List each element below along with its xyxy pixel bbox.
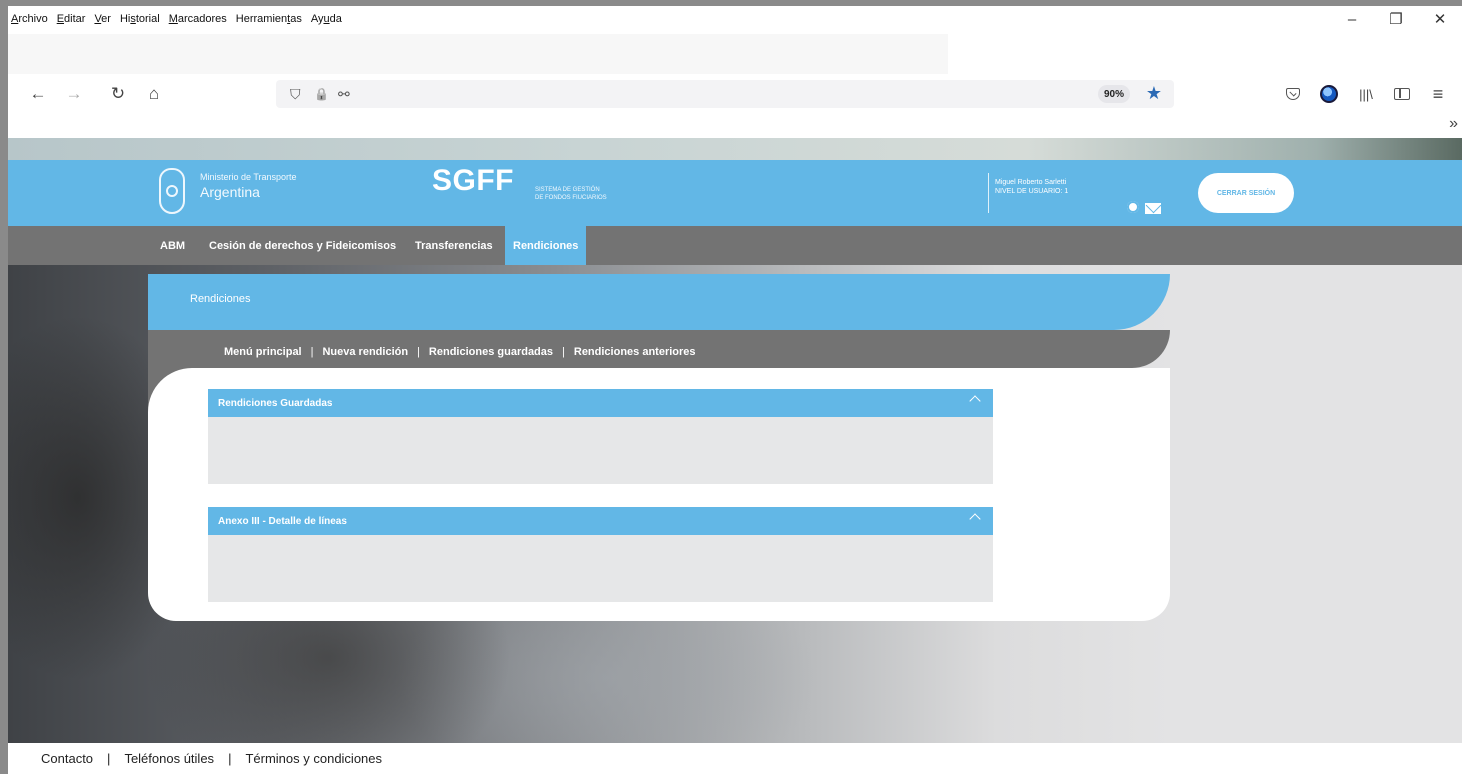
- menu-bar: Archivo Editar Ver Historial Marcadores …: [8, 6, 1462, 32]
- profile-icon[interactable]: [1317, 82, 1341, 106]
- panel-header[interactable]: Anexo III - Detalle de líneas: [208, 507, 993, 535]
- web-page: Ministerio de Transporte Argentina SGFF …: [8, 138, 1462, 743]
- menu-archivo[interactable]: Archivo: [11, 13, 48, 25]
- home-button[interactable]: ⌂: [142, 82, 166, 106]
- header-banner-photo: [8, 138, 1462, 160]
- overflow-chevron-icon[interactable]: »: [1449, 115, 1458, 133]
- nav-item-rendiciones[interactable]: Rendiciones: [505, 226, 587, 265]
- mail-icon[interactable]: [1145, 203, 1161, 214]
- panel-title: Rendiciones Guardadas: [218, 397, 333, 409]
- footer-link-terminos[interactable]: Términos y condiciones: [245, 751, 382, 766]
- lock-icon[interactable]: 🔒: [314, 84, 329, 104]
- user-name: Miguel Roberto Sarletti: [995, 179, 1067, 186]
- active-tab[interactable]: [8, 34, 948, 74]
- menu-marcadores[interactable]: Marcadores: [169, 13, 227, 25]
- panel-anexo-iii: Anexo III - Detalle de líneas: [208, 507, 993, 602]
- main-nav: ABM Cesión de derechos y Fideicomisos Tr…: [8, 226, 1462, 265]
- ministry-name: Ministerio de Transporte: [200, 172, 297, 182]
- panel-rendiciones-guardadas: Rendiciones Guardadas: [208, 389, 993, 484]
- url-bar[interactable]: ⛉ 🔒 ⚯ 90% ★: [276, 80, 1174, 108]
- bookmarks-bar: »: [8, 112, 1462, 138]
- menu-ayuda[interactable]: Ayuda: [311, 13, 342, 25]
- user-info: Miguel Roberto Sarletti NIVEL DE USUARIO…: [995, 178, 1068, 196]
- content-card: Rendiciones Menú principal | Nueva rendi…: [148, 274, 1170, 621]
- tracking-shield-icon[interactable]: ⛉: [290, 84, 301, 104]
- site-footer: Contacto | Teléfonos útiles | Términos y…: [8, 743, 1462, 774]
- section-title: Rendiciones: [190, 293, 251, 305]
- collapse-chevron-icon[interactable]: [969, 395, 981, 407]
- zoom-level[interactable]: 90%: [1097, 85, 1130, 103]
- subnav-nueva-rendicion[interactable]: Nueva rendición: [322, 346, 408, 358]
- logout-button[interactable]: CERRAR SESIÓN: [1198, 173, 1294, 213]
- menu-historial[interactable]: Historial: [120, 13, 160, 25]
- settings-gear-icon[interactable]: [1127, 201, 1139, 213]
- site-header: Ministerio de Transporte Argentina SGFF …: [8, 160, 1462, 226]
- tab-strip: [8, 32, 1462, 76]
- menu-ver[interactable]: Ver: [94, 13, 111, 25]
- reload-button[interactable]: ↻: [106, 82, 130, 106]
- permissions-icon[interactable]: ⚯: [338, 84, 350, 104]
- nav-toolbar: ← → ↻ ⌂ ⛉ 🔒 ⚯ 90% ★ |||\ ≡: [8, 76, 1462, 112]
- app-logo: SGFF: [432, 164, 514, 197]
- subnav-menu-principal[interactable]: Menú principal: [224, 346, 302, 358]
- panel-body: [208, 535, 993, 602]
- sidebar-icon[interactable]: [1390, 82, 1414, 106]
- nav-item-abm[interactable]: ABM: [160, 226, 185, 265]
- library-icon[interactable]: |||\: [1354, 82, 1378, 106]
- collapse-chevron-icon[interactable]: [969, 513, 981, 525]
- argentina-coat-of-arms-icon: [159, 168, 185, 214]
- maximize-button[interactable]: ❐: [1374, 6, 1418, 32]
- menu-editar[interactable]: Editar: [57, 13, 86, 25]
- window-controls: – ❐ ✕: [1330, 6, 1462, 32]
- menu-icon[interactable]: ≡: [1426, 82, 1450, 106]
- nav-item-transferencias[interactable]: Transferencias: [415, 226, 493, 265]
- nav-item-cesion[interactable]: Cesión de derechos y Fideicomisos: [209, 226, 396, 265]
- subnav-rendiciones-guardadas[interactable]: Rendiciones guardadas: [429, 346, 553, 358]
- bookmark-star-icon[interactable]: ★: [1146, 83, 1162, 104]
- footer-link-telefonos[interactable]: Teléfonos útiles: [124, 751, 214, 766]
- panel-body: [208, 417, 993, 484]
- user-divider: [988, 173, 989, 213]
- footer-link-contacto[interactable]: Contacto: [41, 751, 93, 766]
- country-name: Argentina: [200, 184, 260, 200]
- user-level: NIVEL DE USUARIO: 1: [995, 188, 1069, 195]
- menu-herramientas[interactable]: Herramientas: [236, 13, 302, 25]
- app-subtitle: SISTEMA DE GESTIÓN DE FONDOS FIUCIARIOS: [535, 187, 607, 201]
- section-header: Rendiciones: [148, 274, 1170, 330]
- back-button[interactable]: ←: [26, 82, 50, 106]
- minimize-button[interactable]: –: [1330, 6, 1374, 32]
- forward-button[interactable]: →: [62, 82, 86, 106]
- panel-title: Anexo III - Detalle de líneas: [218, 515, 347, 527]
- subnav-rendiciones-anteriores[interactable]: Rendiciones anteriores: [574, 346, 696, 358]
- subnav: Menú principal | Nueva rendición | Rendi…: [224, 346, 696, 358]
- panel-header[interactable]: Rendiciones Guardadas: [208, 389, 993, 417]
- close-button[interactable]: ✕: [1418, 6, 1462, 32]
- browser-window: Archivo Editar Ver Historial Marcadores …: [8, 6, 1462, 774]
- pocket-icon[interactable]: [1281, 82, 1305, 106]
